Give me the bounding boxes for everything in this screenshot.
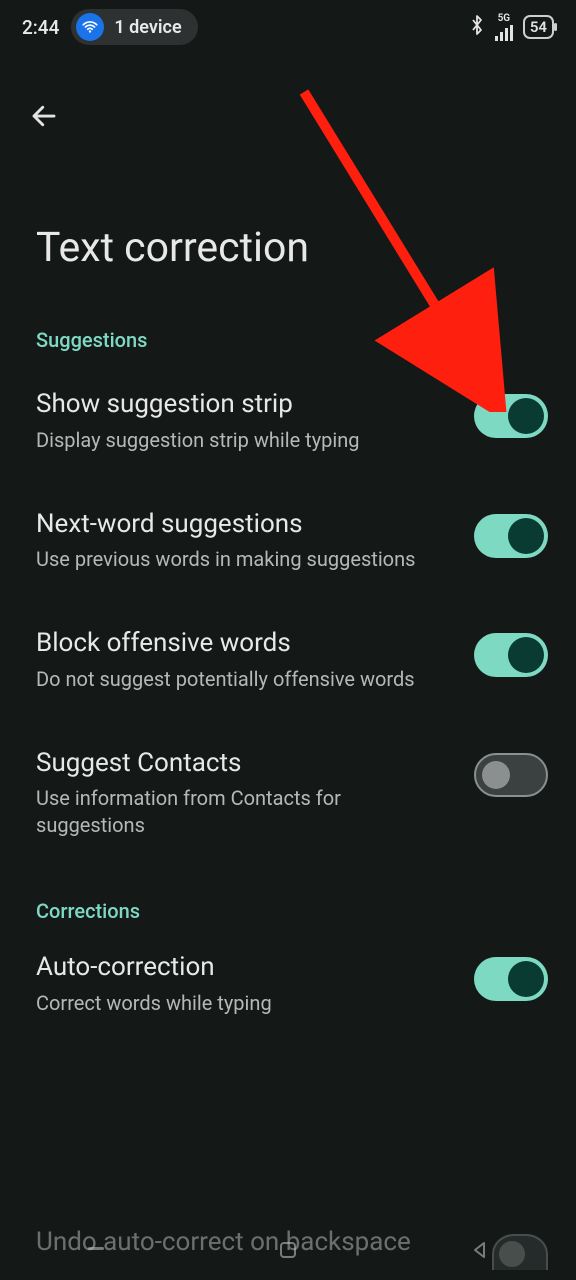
setting-show-suggestion-strip[interactable]: Show suggestion strip Display suggestion…: [0, 358, 576, 466]
battery-indicator: 54: [523, 15, 554, 39]
signal-bars-icon: [495, 25, 513, 41]
system-nav-bar: [0, 1224, 576, 1280]
battery-percent: 54: [530, 18, 547, 36]
setting-block-offensive-words[interactable]: Block offensive words Do not suggest pot…: [0, 585, 576, 705]
setting-title: Auto-correction: [36, 951, 454, 984]
bluetooth-icon: [469, 14, 485, 41]
back-nav-button[interactable]: [469, 1239, 491, 1265]
setting-next-word-suggestions[interactable]: Next-word suggestions Use previous words…: [0, 466, 576, 586]
setting-subtitle: Use previous words in making suggestions: [36, 546, 454, 573]
network-type: 5G: [498, 14, 511, 24]
status-bar: 2:44 1 device 5G 54: [0, 0, 576, 54]
device-count-label: 1 device: [114, 17, 181, 38]
setting-suggest-contacts[interactable]: Suggest Contacts Use information from Co…: [0, 705, 576, 852]
block-offensive-words-toggle[interactable]: [474, 633, 548, 677]
arrow-left-icon: [29, 101, 59, 131]
clock: 2:44: [22, 16, 59, 39]
setting-auto-correction[interactable]: Auto-correction Correct words while typi…: [0, 929, 576, 1029]
home-button[interactable]: [277, 1239, 299, 1265]
section-header-suggestions: Suggestions: [0, 272, 576, 358]
auto-correction-toggle[interactable]: [474, 957, 548, 1001]
back-button[interactable]: [24, 96, 64, 136]
section-header-corrections: Corrections: [0, 851, 576, 929]
setting-title: Show suggestion strip: [36, 388, 454, 421]
setting-title: Suggest Contacts: [36, 747, 454, 780]
setting-subtitle: Display suggestion strip while typing: [36, 427, 454, 454]
show-suggestion-strip-toggle[interactable]: [474, 394, 548, 438]
suggest-contacts-toggle[interactable]: [474, 753, 548, 797]
next-word-suggestions-toggle[interactable]: [474, 514, 548, 558]
setting-subtitle: Use information from Contacts for sugges…: [36, 785, 454, 839]
setting-subtitle: Do not suggest potentially offensive wor…: [36, 666, 454, 693]
connected-device-pill[interactable]: 1 device: [71, 9, 197, 45]
setting-subtitle: Correct words while typing: [36, 990, 454, 1017]
wifi-icon: [76, 13, 104, 41]
setting-title: Next-word suggestions: [36, 508, 454, 541]
recents-button[interactable]: [85, 1239, 107, 1265]
setting-title: Block offensive words: [36, 627, 454, 660]
page-title: Text correction: [0, 136, 576, 272]
